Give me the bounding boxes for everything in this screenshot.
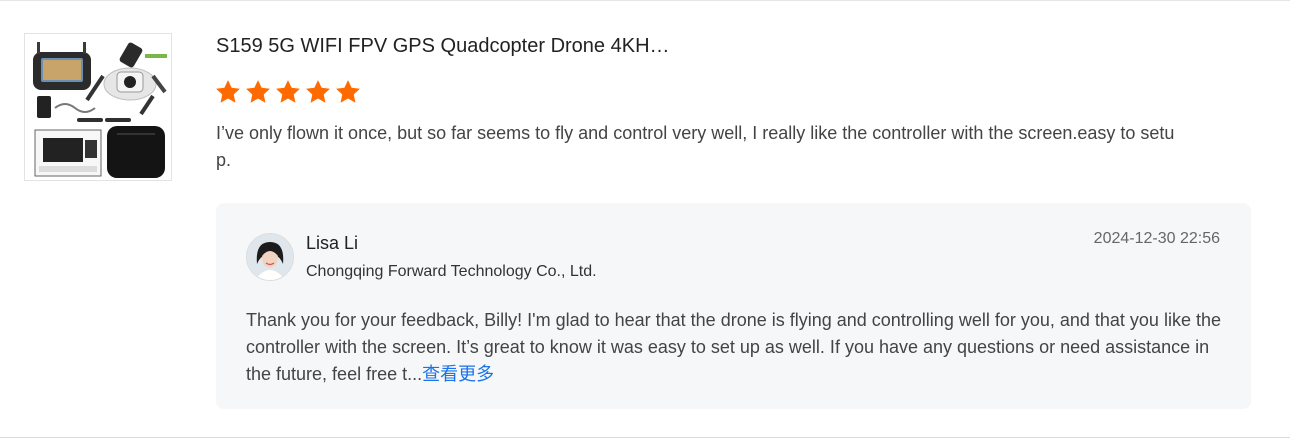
- star-icon: [276, 80, 300, 103]
- replier-name: Lisa Li: [306, 233, 359, 253]
- review-text: I’ve only flown it once, but so far seem…: [216, 123, 1175, 170]
- seller-reply: Lisa Li Chongqing Forward Technology Co.…: [216, 203, 1251, 409]
- see-more-link[interactable]: 查看更多: [422, 364, 494, 385]
- star-rating: [214, 78, 362, 106]
- company-name[interactable]: Chongqing Forward Technology Co., Ltd.: [306, 262, 597, 282]
- avatar-portrait-icon: [247, 234, 293, 280]
- star-icon: [306, 80, 330, 103]
- product-thumbnail[interactable]: [24, 33, 172, 181]
- avatar: [246, 233, 294, 281]
- drone-product-icon: [33, 42, 167, 178]
- product-title[interactable]: S159 5G WIFI FPV GPS Quadcopter Drone 4K…: [216, 34, 670, 58]
- star-icon: [216, 80, 240, 103]
- star-icon: [246, 80, 270, 103]
- top-divider: [0, 0, 1290, 1]
- reply-timestamp: 2024-12-30 22:56: [1093, 230, 1220, 247]
- bottom-divider: [0, 437, 1290, 438]
- star-icon: [336, 80, 360, 103]
- reply-body: Thank you for your feedback, Billy! I'm …: [246, 310, 1221, 384]
- reply-text: Thank you for your feedback, Billy! I'm …: [246, 307, 1221, 388]
